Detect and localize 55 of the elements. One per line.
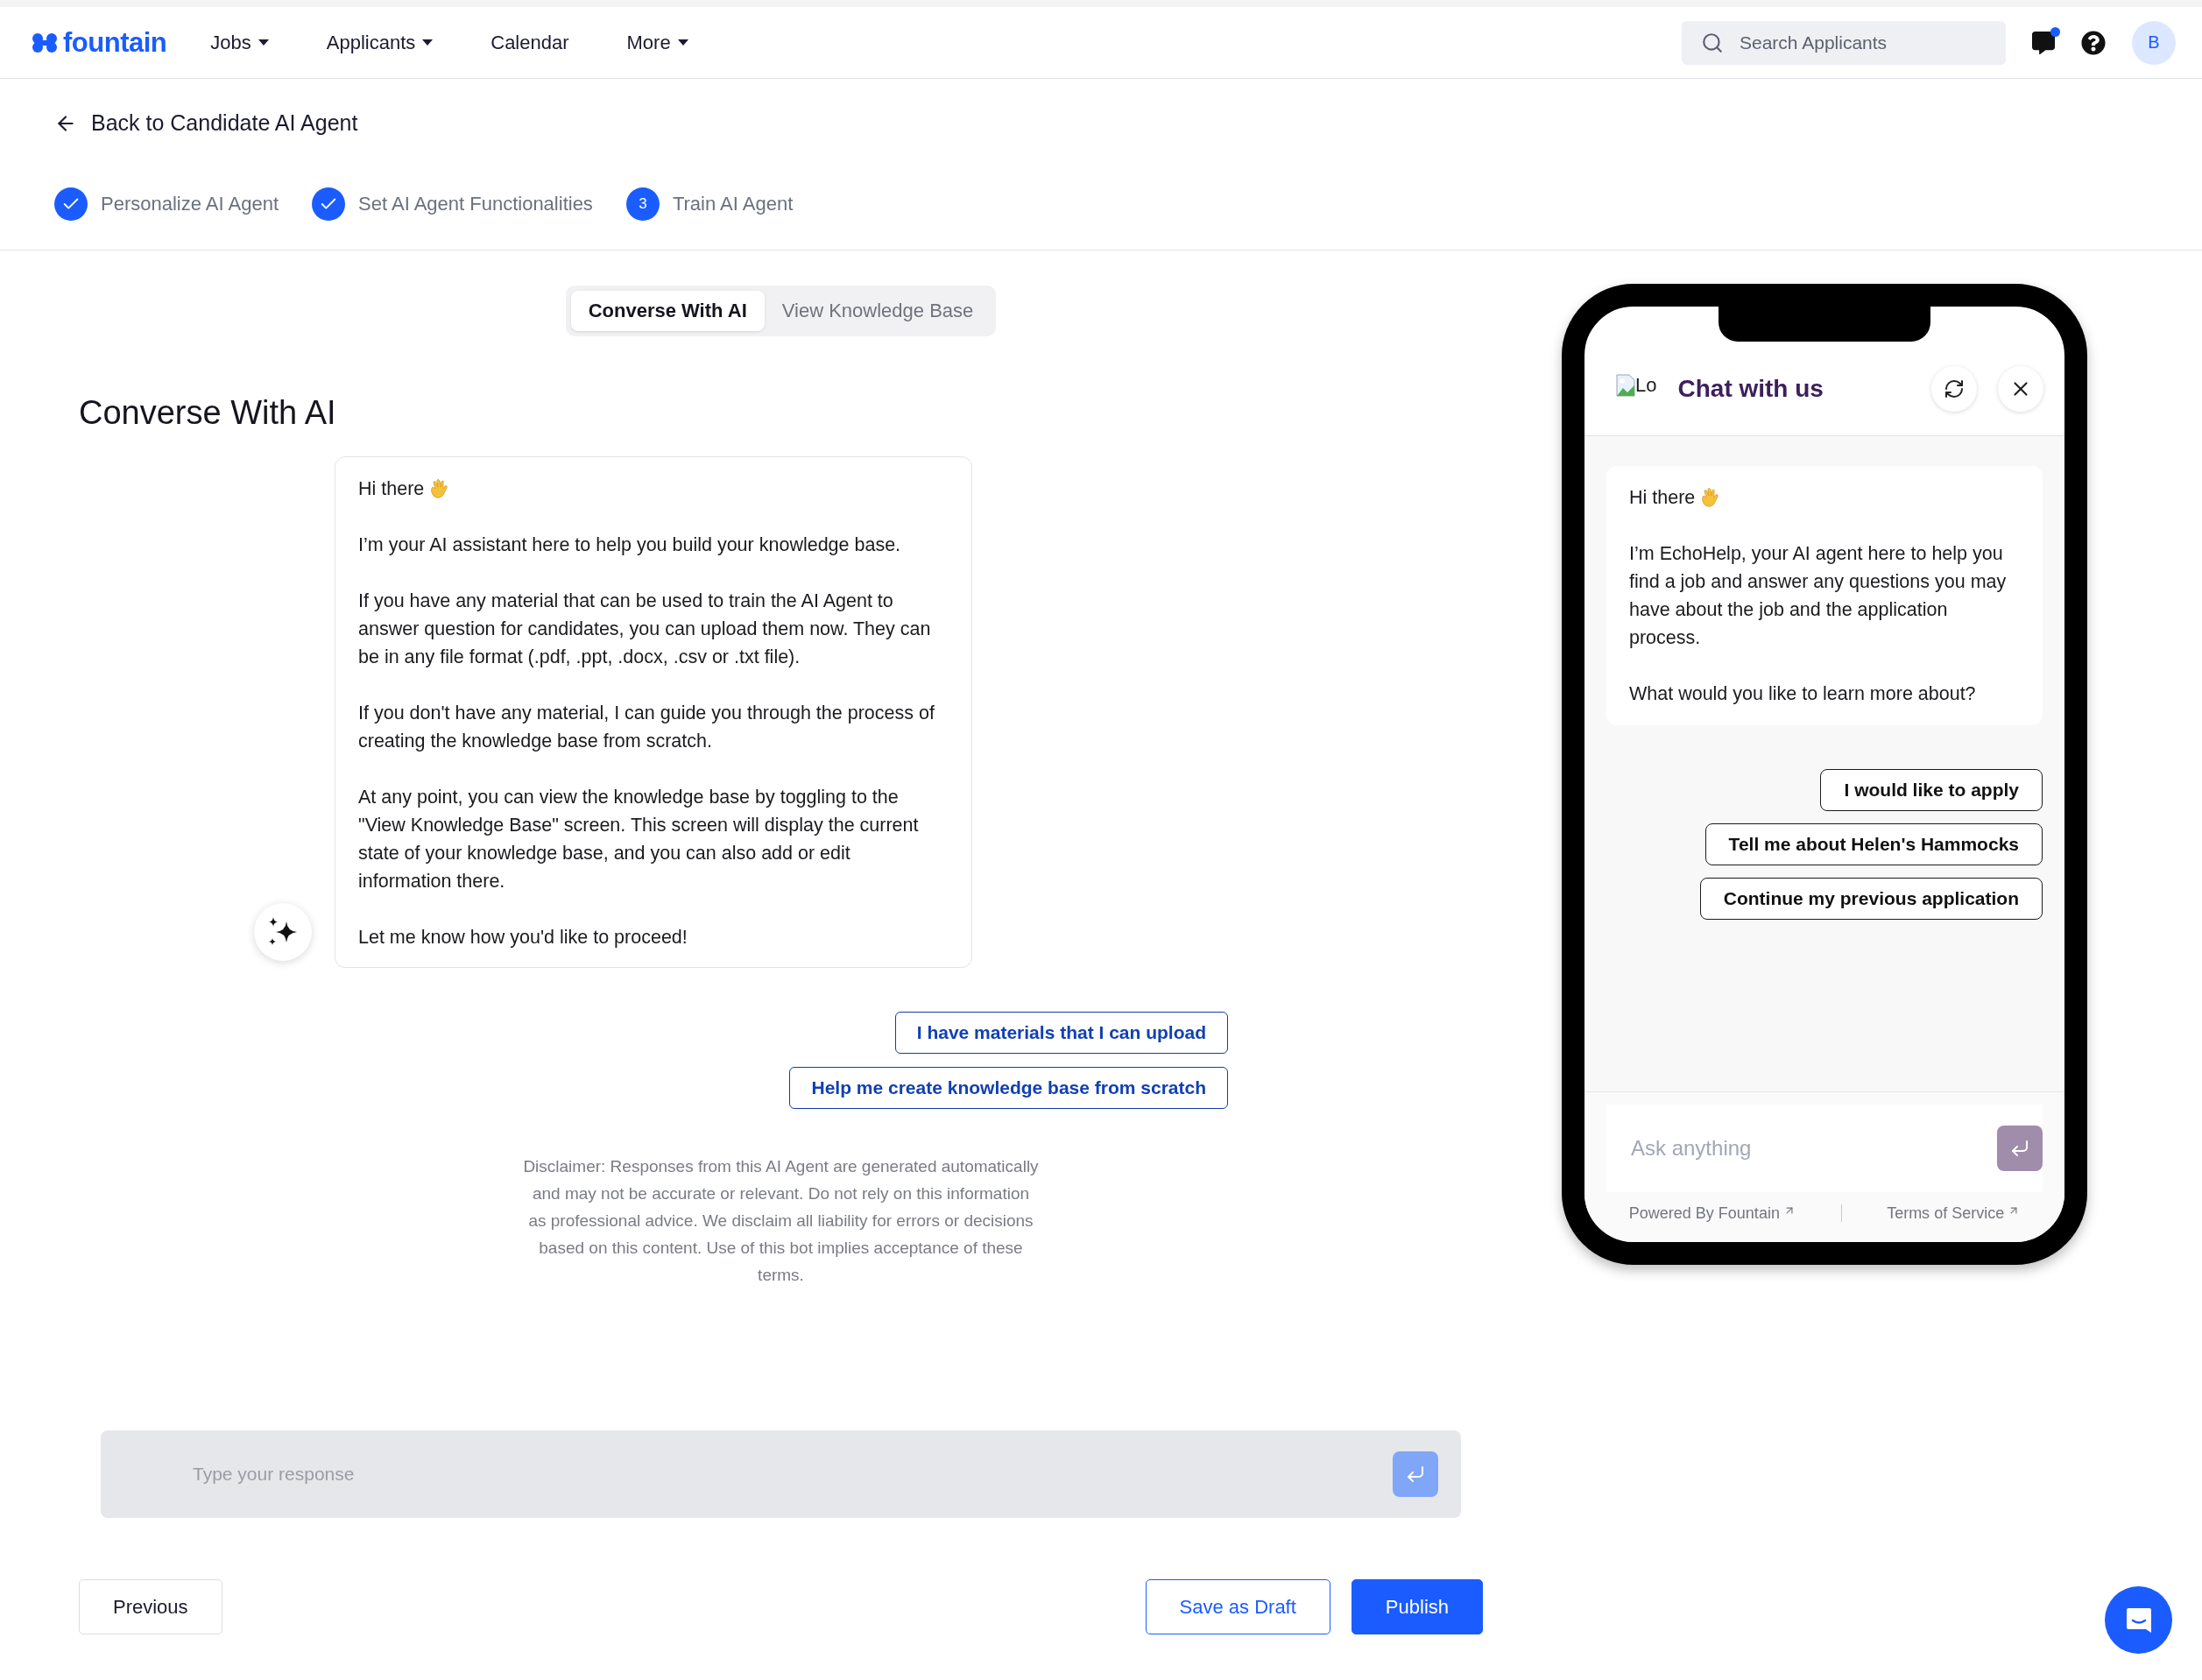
ask-field[interactable]: Ask anything — [1606, 1104, 2043, 1192]
step-number: 3 — [625, 187, 660, 221]
broken-image-icon — [1616, 374, 1635, 397]
waving-hand-icon — [1700, 486, 1720, 508]
chat-option-button[interactable]: I would like to apply — [1820, 768, 2043, 811]
logo-icon — [32, 32, 58, 53]
user-avatar[interactable]: B — [2132, 20, 2176, 65]
message-paragraph: I’m EchoHelp, your AI agent here to help you find a job and answer any questions you may have about the job and the application process. — [1629, 541, 2008, 650]
powered-by-link[interactable]: Powered By Fountain — [1628, 1204, 1796, 1223]
logo-alt-text: Lo — [1635, 374, 1657, 397]
nav-menu-item[interactable]: Jobs — [210, 24, 269, 61]
enter-icon — [1405, 1464, 1426, 1485]
search-input[interactable]: Search Applicants — [1738, 31, 1983, 54]
disclaimer-text: Disclaimer: Responses from this AI Agent are generated automatically and may not be accurate or relevant. Do not rely on this information as professional advice. We disclaim all liability for errors or decisions based on this content. Use of this bot implies acceptance of these terms. — [522, 1155, 1040, 1286]
response-input[interactable]: Type your response — [191, 1463, 1393, 1486]
step-label: Set AI Agent Functionalities — [358, 192, 593, 215]
mode-tab[interactable]: View Knowledge Base — [764, 290, 992, 331]
waving-hand-icon — [429, 477, 449, 499]
help-icon — [2081, 30, 2106, 55]
terms-link[interactable]: Terms of Service — [1887, 1204, 2021, 1223]
message-paragraph: Let me know how you'd like to proceed! — [358, 925, 688, 949]
message-paragraph: If you don't have any material, I can guide you through the process of creating the knowledge base from scratch. — [358, 701, 935, 753]
chat-option-button[interactable]: Tell me about Helen's Hammocks — [1704, 822, 2043, 865]
nav-menu-item[interactable]: More — [626, 24, 688, 61]
quick-reply-button[interactable]: Help me create knowledge base from scratch — [789, 1066, 1228, 1109]
message-paragraph: I’m your AI assistant here to help you build your knowledge base. — [358, 533, 902, 557]
fountain-logo[interactable]: fountain — [32, 26, 167, 59]
publish-button[interactable]: Publish — [1351, 1579, 1483, 1634]
back-link[interactable]: Back to Candidate AI Agent — [54, 110, 358, 136]
search-field[interactable]: Search Applicants — [1682, 20, 2006, 65]
messages-button[interactable] — [2032, 31, 2055, 54]
logo-wordmark: fountain — [63, 26, 167, 59]
greeting-text: Hi there — [358, 476, 425, 501]
message-paragraph: What would you like to learn more about? — [1629, 681, 1977, 706]
refresh-button[interactable] — [1931, 366, 1977, 412]
send-button[interactable] — [1997, 1125, 2043, 1171]
step-label: Train AI Agent — [672, 192, 794, 215]
close-button[interactable] — [1998, 366, 2043, 412]
chat-bubble-icon — [2032, 31, 2055, 54]
chat-option-button[interactable]: Continue my previous application — [1699, 877, 2043, 920]
nav-menu-item[interactable]: Calendar — [491, 24, 569, 61]
save-draft-button[interactable]: Save as Draft — [1145, 1579, 1330, 1634]
message-paragraph: If you have any material that can be used to train the AI Agent to answer question for candidates, you can upload them now. They can be in any file format (.pdf, .ppt, .docx, .csv or .txt file). — [358, 589, 932, 669]
greeting-text: Hi there — [1629, 485, 1696, 510]
refresh-icon — [1944, 378, 1965, 399]
mode-tab[interactable]: Converse With AI — [570, 290, 765, 331]
nav-menu-item[interactable]: Applicants — [326, 24, 434, 61]
page-heading: Converse With AI — [79, 393, 337, 432]
step-label: Personalize AI Agent — [101, 192, 279, 215]
previous-button[interactable]: Previous — [79, 1579, 222, 1634]
search-icon — [1701, 31, 1724, 54]
help-button[interactable] — [2081, 30, 2106, 55]
message-paragraph: At any point, you can view the knowledge base by toggling to the "View Knowledge Base" screen. This screen will display the current state of your knowledge base, and you can also add or edit information there. — [358, 785, 920, 893]
chat-title: Chat with us — [1677, 375, 1824, 403]
quick-reply-button[interactable]: I have materials that I can upload — [894, 1011, 1228, 1054]
